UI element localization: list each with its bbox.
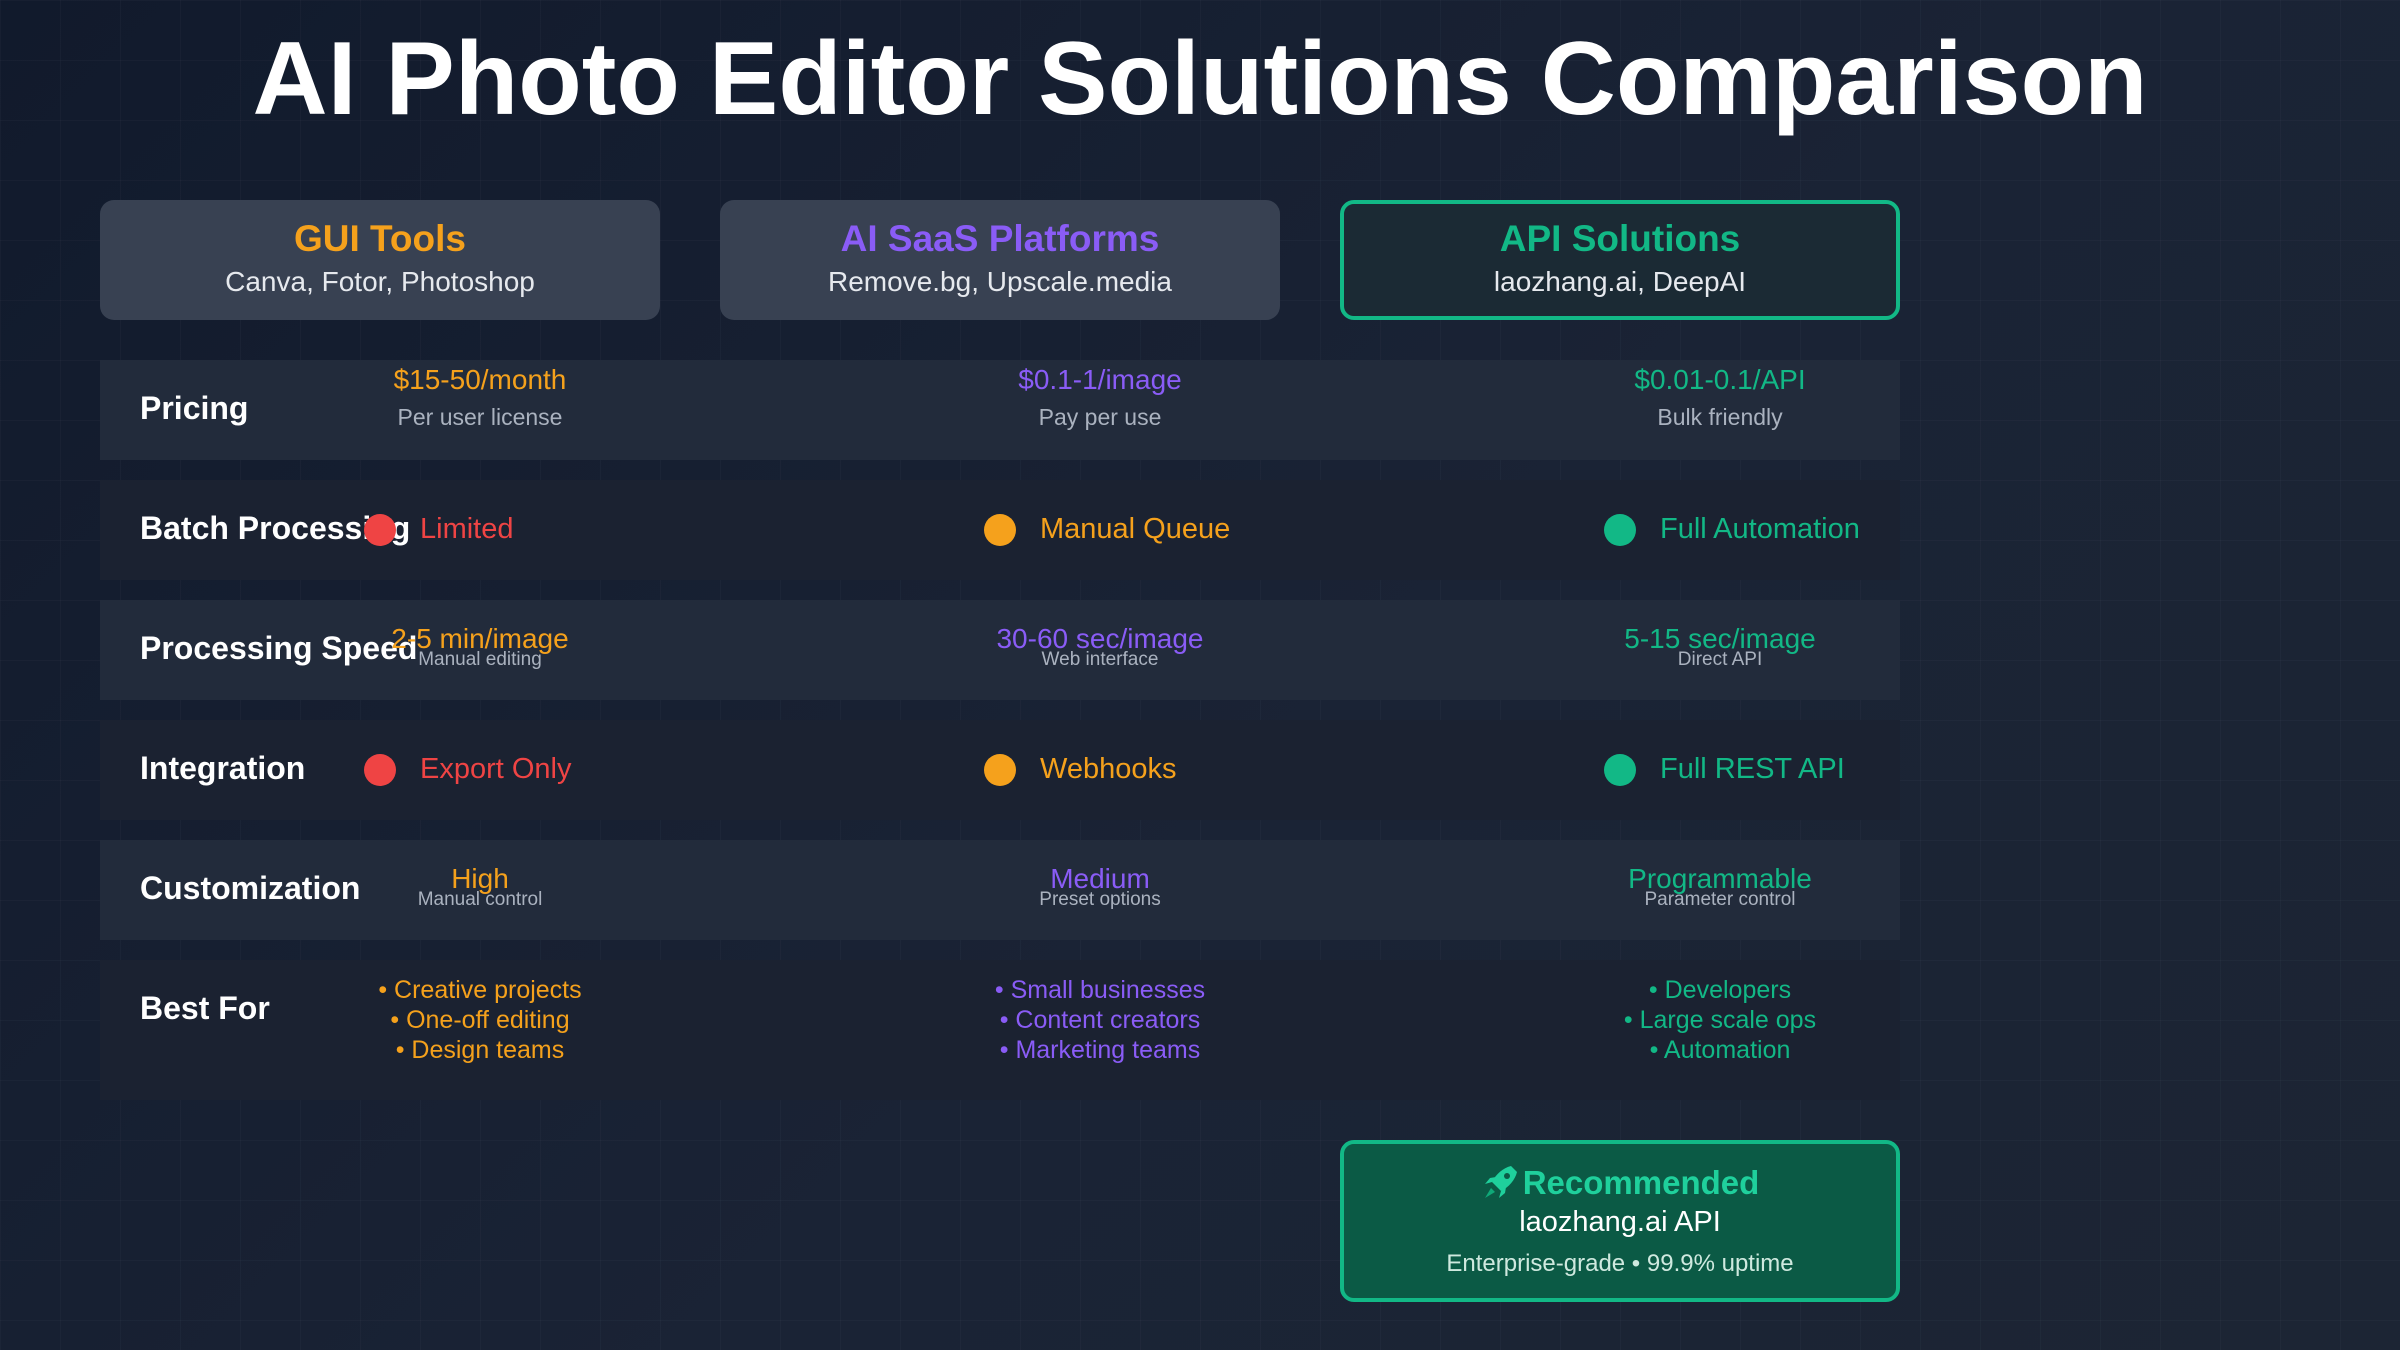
cell-note: Preset options (1039, 889, 1161, 910)
status-text: Manual Queue (1040, 513, 1231, 545)
row-integration: Integration Export Only Webhooks Full RE… (100, 720, 1900, 820)
cell-saas-pricing: $0.1-1/image Pay per use (900, 364, 1300, 431)
cell-note: Parameter control (1644, 889, 1796, 910)
column-subtitle: laozhang.ai, DeepAI (1493, 266, 1747, 297)
cell-value: $15-50/month (393, 364, 567, 395)
status-text: Webhooks (1040, 753, 1177, 785)
cell-value: $0.1-1/image (1018, 364, 1182, 395)
recommended-title-text: Recommended (1522, 1164, 1760, 1201)
cell-note: Manual control (417, 889, 543, 910)
status-dot-red (364, 514, 396, 546)
status-dot-orange (984, 754, 1016, 786)
recommended-name: laozhang.ai API (1519, 1206, 1721, 1238)
cell-note: Per user license (397, 404, 563, 430)
cell-api-speed: 5-15 sec/image Direct API (1520, 624, 1920, 670)
cell-api-pricing: $0.01-0.1/API Bulk friendly (1520, 364, 1920, 431)
column-header-ai-saas: AI SaaS Platforms Remove.bg, Upscale.med… (720, 200, 1280, 320)
best-for-list-saas: • Small businesses • Content creators • … (900, 975, 1300, 1065)
column-title: AI SaaS Platforms (840, 218, 1160, 259)
row-label: Pricing (140, 390, 249, 426)
status-text: Export Only (420, 753, 572, 785)
recommended-title: Recommended (1344, 1162, 1896, 1202)
column-title: API Solutions (1499, 218, 1741, 259)
cell-note: Manual editing (418, 649, 542, 670)
column-title: GUI Tools (294, 218, 466, 259)
list-item: • Creative projects (378, 976, 582, 1004)
cell-gui-pricing: $15-50/month Per user license (280, 364, 680, 431)
row-processing-speed: Processing Speed 2-5 min/image Manual ed… (100, 600, 1900, 700)
list-item: • Marketing teams (999, 1036, 1201, 1064)
status-text: Full Automation (1660, 513, 1860, 545)
cell-note: Web interface (1041, 649, 1159, 670)
status-text: Limited (420, 513, 514, 545)
cell-gui-speed: 2-5 min/image Manual editing (280, 624, 680, 670)
page-title: AI Photo Editor Solutions Comparison (252, 21, 2148, 137)
list-item: • One-off editing (390, 1006, 570, 1034)
cell-note: Bulk friendly (1657, 404, 1783, 430)
recommended-note: Enterprise-grade • 99.9% uptime (1446, 1250, 1794, 1277)
row-label: Integration (140, 750, 306, 786)
column-subtitle: Canva, Fotor, Photoshop (225, 266, 535, 297)
list-item: • Design teams (395, 1036, 565, 1064)
column-header-api-solutions: API Solutions laozhang.ai, DeepAI (1340, 200, 1900, 320)
cell-note: Pay per use (1038, 404, 1162, 430)
row-customization: Customization High Manual control Medium… (100, 840, 1900, 940)
column-header-gui-tools: GUI Tools Canva, Fotor, Photoshop (100, 200, 660, 320)
cell-api-customization: Programmable Parameter control (1520, 864, 1920, 910)
row-label: Best For (140, 990, 270, 1026)
best-for-list-gui: • Creative projects • One-off editing • … (280, 975, 680, 1065)
status-dot-green (1604, 754, 1636, 786)
best-for-list-api: • Developers • Large scale ops • Automat… (1520, 975, 1920, 1065)
list-item: • Developers (1648, 976, 1792, 1004)
cell-saas-customization: Medium Preset options (900, 864, 1300, 910)
status-text: Full REST API (1660, 753, 1845, 785)
cell-gui-customization: High Manual control (280, 864, 680, 910)
list-item: • Large scale ops (1623, 1006, 1817, 1034)
cell-note: Direct API (1677, 649, 1763, 670)
status-dot-green (1604, 514, 1636, 546)
status-dot-orange (984, 514, 1016, 546)
rocket-icon (1484, 1166, 1517, 1198)
list-item: • Automation (1649, 1036, 1791, 1064)
recommended-box: Recommended laozhang.ai API Enterprise-g… (1340, 1140, 1900, 1302)
status-dot-red (364, 754, 396, 786)
cell-value: $0.01-0.1/API (1634, 364, 1806, 395)
cell-saas-speed: 30-60 sec/image Web interface (900, 624, 1300, 670)
column-subtitle: Remove.bg, Upscale.media (828, 266, 1172, 297)
row-best-for: Best For • Creative projects • One-off e… (100, 960, 1900, 1100)
list-item: • Small businesses (994, 976, 1206, 1004)
row-batch-processing: Batch Processing Limited Manual Queue Fu… (100, 480, 1900, 580)
list-item: • Content creators (999, 1006, 1201, 1034)
row-pricing: Pricing $15-50/month Per user license $0… (100, 360, 1900, 460)
